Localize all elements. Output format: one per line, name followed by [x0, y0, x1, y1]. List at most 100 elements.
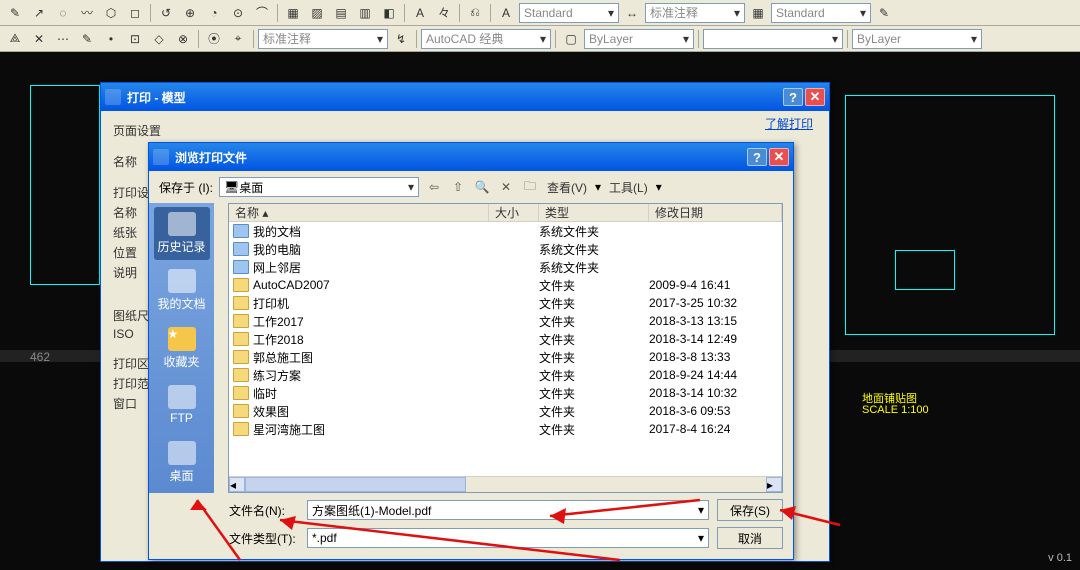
places-bar: 历史记录 我的文档 ★收藏夹 FTP 桌面 [149, 203, 214, 493]
combo-e[interactable]: ByLayer▾ [852, 29, 982, 49]
folder-icon [233, 368, 249, 382]
tool-icon[interactable]: ◔ [203, 2, 225, 24]
tool-icon[interactable]: ▨ [306, 2, 328, 24]
combo-c[interactable]: ByLayer▾ [584, 29, 694, 49]
tool-icon[interactable]: ◻ [124, 2, 146, 24]
filename-input[interactable]: 方案图纸(1)-Model.pdf▾ [307, 500, 709, 520]
file-row[interactable]: 工作2018 文件夹 2018-3-14 12:49 [229, 330, 782, 348]
browse-bottom: 文件名(N): 方案图纸(1)-Model.pdf▾ 保存(S) 文件类型(T)… [149, 493, 793, 559]
up-icon[interactable]: ⇧ [449, 178, 467, 196]
file-row[interactable]: 工作2017 文件夹 2018-3-13 13:15 [229, 312, 782, 330]
tool-icon[interactable]: ⌒ [251, 2, 273, 24]
print-dialog-titlebar[interactable]: 打印 - 模型 ? ✕ [101, 83, 829, 111]
scroll-right-icon[interactable]: ▸ [766, 477, 782, 492]
place-documents[interactable]: 我的文档 [154, 264, 210, 317]
file-row[interactable]: 我的电脑 系统文件夹 [229, 240, 782, 258]
table-style-icon[interactable]: ▦ [747, 2, 769, 24]
drawing-shape [30, 85, 100, 285]
place-favorites[interactable]: ★收藏夹 [154, 321, 210, 374]
tool-icon[interactable]: • [100, 28, 122, 50]
browse-dialog: 浏览打印文件 ? ✕ 保存于 (I): 🖥 桌面 ▾ ⇦ ⇧ 🔍 ✕ 🗀 查看(… [148, 142, 794, 560]
save-button[interactable]: 保存(S) [717, 499, 783, 521]
place-desktop[interactable]: 桌面 [154, 436, 210, 489]
file-list[interactable]: 我的文档 系统文件夹 我的电脑 系统文件夹 网上邻居 系统文件夹 AutoCAD… [229, 222, 782, 476]
view-menu[interactable]: 查看(V) [545, 179, 589, 196]
text-style-icon[interactable]: A [495, 2, 517, 24]
delete-icon[interactable]: ✕ [497, 178, 515, 196]
col-date[interactable]: 修改日期 [649, 204, 782, 221]
learn-print-link[interactable]: 了解打印 [765, 115, 813, 132]
browse-dialog-titlebar[interactable]: 浏览打印文件 ? ✕ [149, 143, 793, 171]
file-row[interactable]: 我的文档 系统文件夹 [229, 222, 782, 240]
tool-icon[interactable]: ✎ [76, 28, 98, 50]
tool-icon[interactable]: ⌖ [227, 28, 249, 50]
dim-style-icon[interactable]: ↔ [621, 2, 643, 24]
tool-icon[interactable]: ⊗ [172, 28, 194, 50]
file-row[interactable]: 效果图 文件夹 2018-3-6 09:53 [229, 402, 782, 420]
file-row[interactable]: AutoCAD2007 文件夹 2009-9-4 16:41 [229, 276, 782, 294]
place-ftp[interactable]: FTP [154, 379, 210, 432]
file-row[interactable]: 星河湾施工图 文件夹 2017-8-4 16:24 [229, 420, 782, 438]
tool-icon[interactable]: ▦ [282, 2, 304, 24]
combo-d[interactable]: ▾ [703, 29, 843, 49]
combo-a[interactable]: 标准注释▾ [258, 29, 388, 49]
tool-icon[interactable]: ⟁ [4, 28, 26, 50]
combo-textstyle[interactable]: Standard▾ [519, 3, 619, 23]
file-row[interactable]: 郭总施工图 文件夹 2018-3-8 13:33 [229, 348, 782, 366]
file-row[interactable]: 临时 文件夹 2018-3-14 10:32 [229, 384, 782, 402]
col-name[interactable]: 名称 ▴ [229, 204, 489, 221]
save-in-value: 桌面 [239, 179, 263, 196]
combo-tablestyle[interactable]: Standard▾ [771, 3, 871, 23]
save-in-combo[interactable]: 🖥 桌面 ▾ [219, 177, 419, 197]
section-page: 页面设置 [113, 122, 817, 139]
file-row[interactable]: 打印机 文件夹 2017-3-25 10:32 [229, 294, 782, 312]
tool-icon[interactable]: ◇ [148, 28, 170, 50]
file-row[interactable]: 练习方案 文件夹 2018-9-24 14:44 [229, 366, 782, 384]
tool-icon[interactable]: 〰 [76, 2, 98, 24]
filetype-input[interactable]: *.pdf▾ [307, 528, 709, 548]
tool-icon[interactable]: ◧ [378, 2, 400, 24]
help-button[interactable]: ? [783, 88, 803, 106]
tool-icon[interactable]: ↗ [28, 2, 50, 24]
combo-dimstyle[interactable]: 标准注释▾ [645, 3, 745, 23]
tool-icon[interactable]: ⊕ [179, 2, 201, 24]
tool-icon[interactable]: ⦿ [203, 28, 225, 50]
tool-icon[interactable]: ▥ [354, 2, 376, 24]
new-folder-icon[interactable]: 🗀 [521, 178, 539, 196]
color-swatch[interactable]: ▢ [560, 28, 582, 50]
back-icon[interactable]: ⇦ [425, 178, 443, 196]
tool-icon[interactable]: A [409, 2, 431, 24]
scroll-left-icon[interactable]: ◂ [229, 477, 245, 492]
close-button[interactable]: ✕ [769, 148, 789, 166]
file-name: AutoCAD2007 [253, 278, 489, 292]
drawing-shape [845, 95, 1055, 335]
scroll-thumb[interactable] [245, 477, 466, 492]
file-name: 效果图 [253, 403, 489, 420]
combo-b[interactable]: AutoCAD 经典▾ [421, 29, 551, 49]
tool-icon[interactable]: ⬡ [100, 2, 122, 24]
tool-icon[interactable]: ✕ [28, 28, 50, 50]
help-button[interactable]: ? [747, 148, 767, 166]
tool-icon[interactable]: ✎ [4, 2, 26, 24]
place-history[interactable]: 历史记录 [154, 207, 210, 260]
tool-icon[interactable]: ⊡ [124, 28, 146, 50]
file-type: 文件夹 [539, 331, 649, 348]
close-button[interactable]: ✕ [805, 88, 825, 106]
file-row[interactable]: 网上邻居 系统文件夹 [229, 258, 782, 276]
tool-icon[interactable]: ◌ [52, 2, 74, 24]
toolbar-row-2: ⟁ ✕ ⋯ ✎ • ⊡ ◇ ⊗ ⦿ ⌖ 标准注释▾ ↯ AutoCAD 经典▾ … [0, 26, 1080, 52]
horizontal-scrollbar[interactable]: ◂ ▸ [229, 476, 782, 492]
tool-icon[interactable]: 々 [433, 2, 455, 24]
tool-icon[interactable]: ⋯ [52, 28, 74, 50]
search-icon[interactable]: 🔍 [473, 178, 491, 196]
tools-menu[interactable]: 工具(L) [607, 179, 650, 196]
tool-icon[interactable]: ⊙ [227, 2, 249, 24]
tool-icon[interactable]: ⎌ [464, 2, 486, 24]
tool-icon[interactable]: ↺ [155, 2, 177, 24]
tool-icon[interactable]: ▤ [330, 2, 352, 24]
tool-icon[interactable]: ↯ [390, 28, 412, 50]
tool-icon[interactable]: ✎ [873, 2, 895, 24]
cancel-button[interactable]: 取消 [717, 527, 783, 549]
col-size[interactable]: 大小 [489, 204, 539, 221]
col-type[interactable]: 类型 [539, 204, 649, 221]
